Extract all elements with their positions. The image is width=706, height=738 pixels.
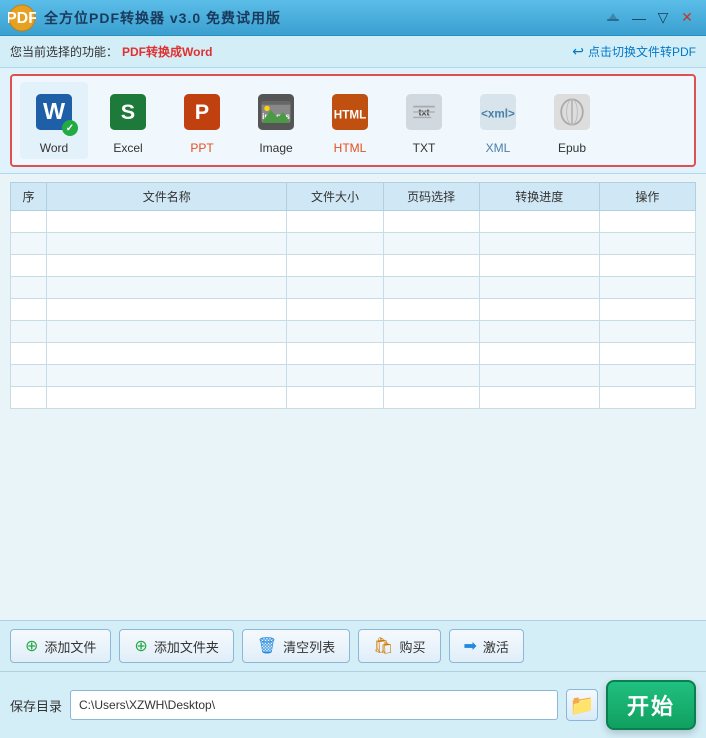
switch-label: 点击切换文件转PDF	[588, 43, 696, 60]
ppt-format-icon: P	[176, 86, 228, 138]
save-area: 保存目录 📁 开始	[0, 671, 706, 738]
start-label: 开始	[627, 689, 675, 721]
switch-link[interactable]: ↩ 点击切换文件转PDF	[572, 43, 696, 60]
epub-format-icon	[546, 86, 598, 138]
activate-label: 激活	[483, 637, 509, 656]
add-file-icon: ⊕	[25, 636, 38, 656]
image-format-icon: images	[250, 86, 302, 138]
file-table: 序文件名称文件大小页码选择转换进度操作	[10, 182, 696, 409]
start-button[interactable]: 开始	[606, 680, 696, 730]
table-row	[11, 233, 696, 255]
format-icons-container: W✓ Word S Excel P PPT images Image HTML HTML txt TX…	[10, 74, 696, 167]
toolbar-left: 您当前选择的功能： PDF转换成Word	[10, 43, 212, 60]
txt-format-label: TXT	[413, 141, 436, 155]
table-row	[11, 387, 696, 409]
table-header-5: 操作	[599, 183, 695, 211]
svg-text:<xml>: <xml>	[481, 107, 515, 120]
add-folder-icon: ⊕	[134, 636, 147, 656]
maximize-button[interactable]: ▽	[652, 7, 674, 29]
buy-label: 购买	[399, 637, 425, 656]
toolbar: 您当前选择的功能： PDF转换成Word ↩ 点击切换文件转PDF	[0, 36, 706, 68]
word-format-icon: W✓	[28, 86, 80, 138]
add-folder-label: 添加文件夹	[154, 637, 219, 656]
format-icon-xml[interactable]: <xml> XML	[464, 82, 532, 159]
clear-list-button[interactable]: 🗑 清空列表	[242, 629, 350, 663]
ppt-format-label: PPT	[190, 141, 213, 155]
activate-button[interactable]: ➡ 激活	[449, 629, 524, 663]
minimize-button[interactable]: —	[628, 7, 650, 29]
minimize-icon	[604, 9, 622, 27]
format-icon-image[interactable]: images Image	[242, 82, 310, 159]
svg-text:P: P	[195, 99, 209, 124]
table-row	[11, 343, 696, 365]
add-file-label: 添加文件	[44, 637, 96, 656]
format-area: W✓ Word S Excel P PPT images Image HTML HTML txt TX…	[0, 68, 706, 174]
table-row	[11, 211, 696, 233]
table-row	[11, 299, 696, 321]
toolbar-prefix: 您当前选择的功能：	[10, 43, 118, 60]
save-path-input[interactable]	[70, 690, 558, 720]
clear-list-label: 清空列表	[283, 637, 335, 656]
excel-format-label: Excel	[113, 141, 142, 155]
close-button[interactable]: ✕	[676, 7, 698, 29]
toolbar-function: PDF转换成Word	[122, 43, 212, 60]
word-format-label: Word	[40, 141, 68, 155]
table-row	[11, 365, 696, 387]
svg-text:PDF: PDF	[8, 10, 36, 27]
format-icon-word[interactable]: W✓ Word	[20, 82, 88, 159]
buy-icon: 🛍	[373, 636, 393, 656]
format-icon-ppt[interactable]: P PPT	[168, 82, 236, 159]
table-header-3: 页码选择	[383, 183, 479, 211]
bottom-buttons: ⊕ 添加文件 ⊕ 添加文件夹 🗑 清空列表 🛍 购买 ➡ 激活	[0, 620, 706, 671]
html-format-label: HTML	[334, 141, 367, 155]
svg-text:W: W	[43, 98, 66, 124]
xml-format-label: XML	[486, 141, 511, 155]
format-icon-epub[interactable]: Epub	[538, 82, 606, 159]
title-bar: PDF 全方位PDF转换器 v3.0 免费试用版 — ▽ ✕	[0, 0, 706, 36]
format-icon-txt[interactable]: txt TXT	[390, 82, 458, 159]
save-label: 保存目录	[10, 696, 62, 715]
browse-folder-button[interactable]: 📁	[566, 689, 598, 721]
image-format-label: Image	[259, 141, 292, 155]
folder-icon: 📁	[570, 693, 595, 718]
svg-text:S: S	[121, 99, 135, 124]
format-icon-excel[interactable]: S Excel	[94, 82, 162, 159]
activate-icon: ➡	[464, 636, 477, 656]
main-content: 序文件名称文件大小页码选择转换进度操作	[0, 174, 706, 620]
title-bar-left: PDF 全方位PDF转换器 v3.0 免费试用版	[8, 4, 281, 32]
clear-list-icon: 🗑	[257, 636, 277, 656]
table-header-2: 文件大小	[287, 183, 383, 211]
epub-format-label: Epub	[558, 141, 586, 155]
app-title: 全方位PDF转换器 v3.0 免费试用版	[44, 8, 281, 28]
add-file-button[interactable]: ⊕ 添加文件	[10, 629, 111, 663]
svg-text:HTML: HTML	[334, 108, 366, 121]
format-icon-html[interactable]: HTML HTML	[316, 82, 384, 159]
html-format-icon: HTML	[324, 86, 376, 138]
table-row	[11, 255, 696, 277]
table-header-1: 文件名称	[47, 183, 287, 211]
title-bar-controls: — ▽ ✕	[604, 7, 698, 29]
table-row	[11, 321, 696, 343]
table-header-0: 序	[11, 183, 47, 211]
app-logo-icon: PDF	[8, 4, 36, 32]
table-header-4: 转换进度	[479, 183, 599, 211]
check-icon: ✓	[62, 120, 78, 136]
txt-format-icon: txt	[398, 86, 450, 138]
excel-format-icon: S	[102, 86, 154, 138]
add-folder-button[interactable]: ⊕ 添加文件夹	[119, 629, 233, 663]
buy-button[interactable]: 🛍 购买	[358, 629, 440, 663]
switch-arrow-icon: ↩	[572, 43, 584, 60]
table-row	[11, 277, 696, 299]
xml-format-icon: <xml>	[472, 86, 524, 138]
